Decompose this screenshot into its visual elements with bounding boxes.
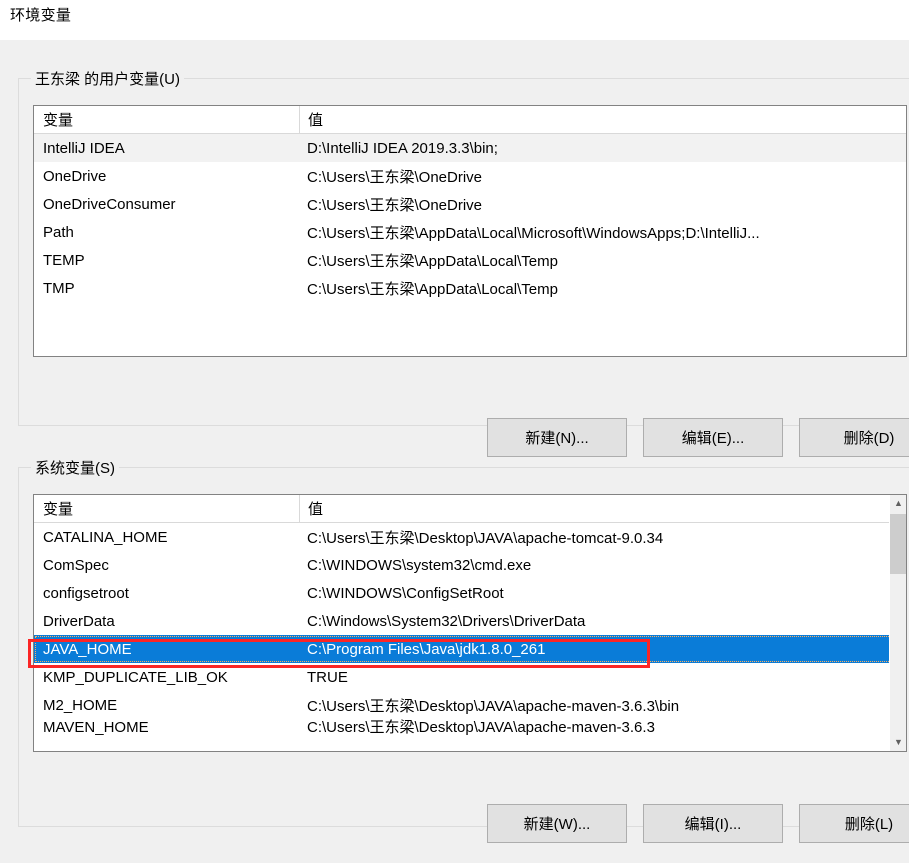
system-variables-label: 系统变量(S) [31, 457, 119, 478]
table-row-selected[interactable]: JAVA_HOME C:\Program Files\Java\jdk1.8.0… [34, 635, 906, 663]
variable-name: OneDrive [43, 167, 107, 185]
variable-value: D:\IntelliJ IDEA 2019.3.3\bin; [307, 139, 498, 157]
variable-name: IntelliJ IDEA [43, 139, 125, 157]
variable-value: C:\Users\王东梁\Desktop\JAVA\apache-maven-3… [307, 719, 655, 736]
variable-name: configsetroot [43, 584, 129, 602]
table-row[interactable]: KMP_DUPLICATE_LIB_OK TRUE [34, 663, 906, 691]
variable-value: C:\Users\王东梁\OneDrive [307, 196, 483, 214]
dialog-body: 王东梁 的用户变量(U) 变量 值 IntelliJ IDEA D:\Intel… [0, 40, 909, 863]
scrollbar-thumb[interactable] [890, 514, 906, 574]
table-row[interactable]: TEMP C:\Users\王东梁\AppData\Local\Temp [34, 246, 906, 274]
table-row[interactable]: MAVEN_HOME C:\Users\王东梁\Desktop\JAVA\apa… [34, 719, 906, 737]
variable-value: C:\Windows\System32\Drivers\DriverData [307, 612, 586, 630]
variable-value: C:\Users\王东梁\OneDrive [307, 168, 483, 186]
table-row[interactable]: OneDriveConsumer C:\Users\王东梁\OneDrive [34, 190, 906, 218]
user-variables-list[interactable]: 变量 值 IntelliJ IDEA D:\IntelliJ IDEA 2019… [33, 105, 907, 357]
system-column-header-value[interactable]: 值 [299, 495, 906, 522]
table-row[interactable]: OneDrive C:\Users\王东梁\OneDrive [34, 162, 906, 190]
system-list-rows: CATALINA_HOME C:\Users\王东梁\Desktop\JAVA\… [34, 523, 906, 737]
variable-value: C:\Program Files\Java\jdk1.8.0_261 [307, 640, 546, 658]
user-column-header-value[interactable]: 值 [299, 106, 906, 133]
environment-variables-dialog: 环境变量 王东梁 的用户变量(U) 变量 值 IntelliJ IDEA D:\… [0, 0, 909, 863]
table-row[interactable]: ComSpec C:\WINDOWS\system32\cmd.exe [34, 551, 906, 579]
variable-value: C:\Users\王东梁\AppData\Local\Temp [307, 280, 558, 298]
system-list-scrollbar[interactable]: ▲ ▼ [889, 495, 906, 751]
table-row[interactable]: TMP C:\Users\王东梁\AppData\Local\Temp [34, 274, 906, 302]
variable-name: CATALINA_HOME [43, 528, 168, 546]
variable-name: OneDriveConsumer [43, 195, 176, 213]
variable-value: C:\Users\王东梁\Desktop\JAVA\apache-maven-3… [307, 697, 680, 715]
user-list-header: 变量 值 [34, 106, 906, 134]
system-delete-button[interactable]: 删除(L) [799, 804, 909, 843]
variable-value: C:\Users\王东梁\AppData\Local\Temp [307, 252, 558, 270]
variable-value: C:\WINDOWS\system32\cmd.exe [307, 556, 532, 574]
system-new-button[interactable]: 新建(W)... [487, 804, 627, 843]
table-row[interactable]: M2_HOME C:\Users\王东梁\Desktop\JAVA\apache… [34, 691, 906, 719]
table-row[interactable]: CATALINA_HOME C:\Users\王东梁\Desktop\JAVA\… [34, 523, 906, 551]
variable-name: TEMP [43, 251, 85, 269]
variable-value: C:\Users\王东梁\AppData\Local\Microsoft\Win… [307, 224, 760, 242]
system-list-header: 变量 值 [34, 495, 906, 523]
system-column-header-name[interactable]: 变量 [34, 495, 299, 522]
variable-name: Path [43, 223, 74, 241]
dialog-title: 环境变量 [10, 7, 72, 24]
table-row[interactable]: DriverData C:\Windows\System32\Drivers\D… [34, 607, 906, 635]
variable-name: M2_HOME [43, 696, 118, 714]
variable-name: JAVA_HOME [43, 640, 132, 658]
variable-value: TRUE [307, 668, 348, 686]
variable-value: C:\Users\王东梁\Desktop\JAVA\apache-tomcat-… [307, 529, 664, 547]
variable-name: KMP_DUPLICATE_LIB_OK [43, 668, 228, 686]
system-variables-list[interactable]: 变量 值 CATALINA_HOME C:\Users\王东梁\Desktop\… [33, 494, 907, 752]
variable-name: DriverData [43, 612, 115, 630]
table-row[interactable]: IntelliJ IDEA D:\IntelliJ IDEA 2019.3.3\… [34, 134, 906, 162]
user-delete-button[interactable]: 删除(D) [799, 418, 909, 457]
variable-value: C:\WINDOWS\ConfigSetRoot [307, 584, 504, 602]
system-variables-group: 系统变量(S) 变量 值 CATALINA_HOME C:\Users\王东梁\… [18, 457, 909, 827]
variable-name: MAVEN_HOME [43, 719, 149, 736]
table-row[interactable]: Path C:\Users\王东梁\AppData\Local\Microsof… [34, 218, 906, 246]
user-list-rows: IntelliJ IDEA D:\IntelliJ IDEA 2019.3.3\… [34, 134, 906, 302]
user-variables-group: 王东梁 的用户变量(U) 变量 值 IntelliJ IDEA D:\Intel… [18, 68, 909, 426]
variable-name: TMP [43, 279, 75, 297]
system-edit-button[interactable]: 编辑(I)... [643, 804, 783, 843]
scroll-down-icon[interactable]: ▼ [890, 734, 906, 751]
user-column-header-name[interactable]: 变量 [34, 106, 299, 133]
user-edit-button[interactable]: 编辑(E)... [643, 418, 783, 457]
table-row[interactable]: configsetroot C:\WINDOWS\ConfigSetRoot [34, 579, 906, 607]
variable-name: ComSpec [43, 556, 109, 574]
user-new-button[interactable]: 新建(N)... [487, 418, 627, 457]
scroll-up-icon[interactable]: ▲ [890, 495, 906, 512]
user-variables-label: 王东梁 的用户变量(U) [31, 68, 184, 89]
